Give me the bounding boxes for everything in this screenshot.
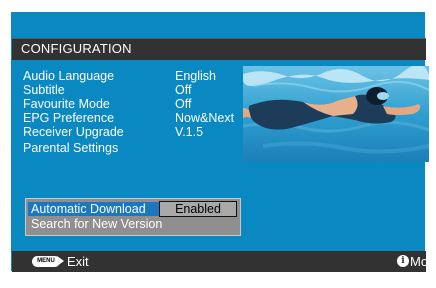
swimmer-picture: [243, 66, 429, 162]
setting-label: Subtitle: [23, 83, 65, 97]
page-title: CONFIGURATION: [21, 41, 132, 56]
setting-label: Receiver Upgrade: [23, 125, 124, 139]
option-search-new-version[interactable]: Search for New Version: [28, 217, 238, 231]
setting-label: Parental Settings: [23, 141, 119, 155]
setting-value: English: [175, 69, 216, 83]
menu-arrow-icon: [57, 256, 64, 266]
setting-favourite-mode[interactable]: Favourite Mode Off: [23, 97, 253, 111]
header-bar: CONFIGURATION: [12, 38, 426, 60]
option-value-dropdown[interactable]: Enabled: [159, 201, 237, 217]
info-icon[interactable]: i: [397, 255, 409, 267]
option-label: Search for New Version: [31, 217, 163, 231]
option-automatic-download[interactable]: Automatic Download Enabled: [28, 201, 238, 217]
preview-image: [243, 66, 429, 162]
setting-label: EPG Preference: [23, 111, 115, 125]
setting-epg-preference[interactable]: EPG Preference Now&Next: [23, 111, 253, 125]
setting-parental-settings[interactable]: Parental Settings: [23, 141, 253, 155]
more-hint: More: [410, 254, 436, 269]
setting-subtitle[interactable]: Subtitle Off: [23, 83, 253, 97]
footer-bar: MENU Exit i More: [12, 251, 436, 272]
setting-value: V.1.5: [175, 125, 204, 139]
setting-label: Audio Language: [23, 69, 115, 83]
setting-value: Now&Next: [175, 111, 235, 125]
setting-audio-language[interactable]: Audio Language English: [23, 69, 253, 83]
setting-label: Favourite Mode: [23, 97, 110, 111]
settings-list: Audio Language English Subtitle Off Favo…: [23, 69, 253, 155]
setting-receiver-upgrade[interactable]: Receiver Upgrade V.1.5: [23, 125, 253, 139]
menu-button-icon[interactable]: MENU: [32, 256, 60, 267]
exit-hint: Exit: [67, 254, 89, 269]
setting-value: Off: [175, 83, 192, 97]
option-label: Automatic Download: [28, 202, 159, 216]
setting-value: Off: [175, 97, 192, 111]
upgrade-options-panel: Automatic Download Enabled Search for Ne…: [25, 198, 241, 236]
